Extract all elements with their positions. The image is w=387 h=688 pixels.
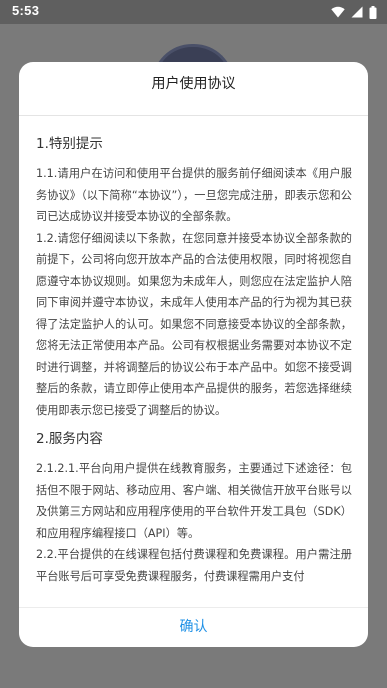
agreement-paragraph: 2.1.2.1.平台向用户提供在线教育服务，主要通过下述途径：包括但不限于网站、…	[36, 462, 352, 540]
wifi-icon	[331, 6, 345, 18]
status-bar: 5:53	[0, 0, 387, 24]
agreement-content[interactable]: 1.特别提示 1.1.请用户在访问和使用平台提供的服务前仔细阅读本《用户服务协议…	[36, 126, 352, 608]
status-icons	[331, 5, 377, 19]
confirm-button[interactable]: 确认	[19, 608, 368, 647]
dialog-title: 用户使用协议	[151, 76, 236, 92]
battery-icon	[369, 5, 377, 19]
section-heading: 1.特别提示	[36, 136, 103, 152]
agreement-paragraph: 1.1.请用户在访问和使用平台提供的服务前仔细阅读本《用户服务协议》（以下简称“…	[36, 167, 352, 223]
user-agreement-dialog: 用户使用协议 1.特别提示 1.1.请用户在访问和使用平台提供的服务前仔细阅读本…	[19, 62, 368, 647]
agreement-paragraph: 1.2.请您仔细阅读以下条款，在您同意并接受本协议全部条款的前提下，公司将向您开…	[36, 231, 352, 417]
section-heading: 2.服务内容	[36, 431, 103, 447]
title-divider	[19, 115, 368, 116]
agreement-paragraph: 2.2.平台提供的在线课程包括付费课程和免费课程。用户需注册平台账号后可享受免费…	[36, 548, 352, 583]
cellular-signal-icon	[351, 6, 363, 18]
status-time: 5:53	[12, 3, 40, 18]
